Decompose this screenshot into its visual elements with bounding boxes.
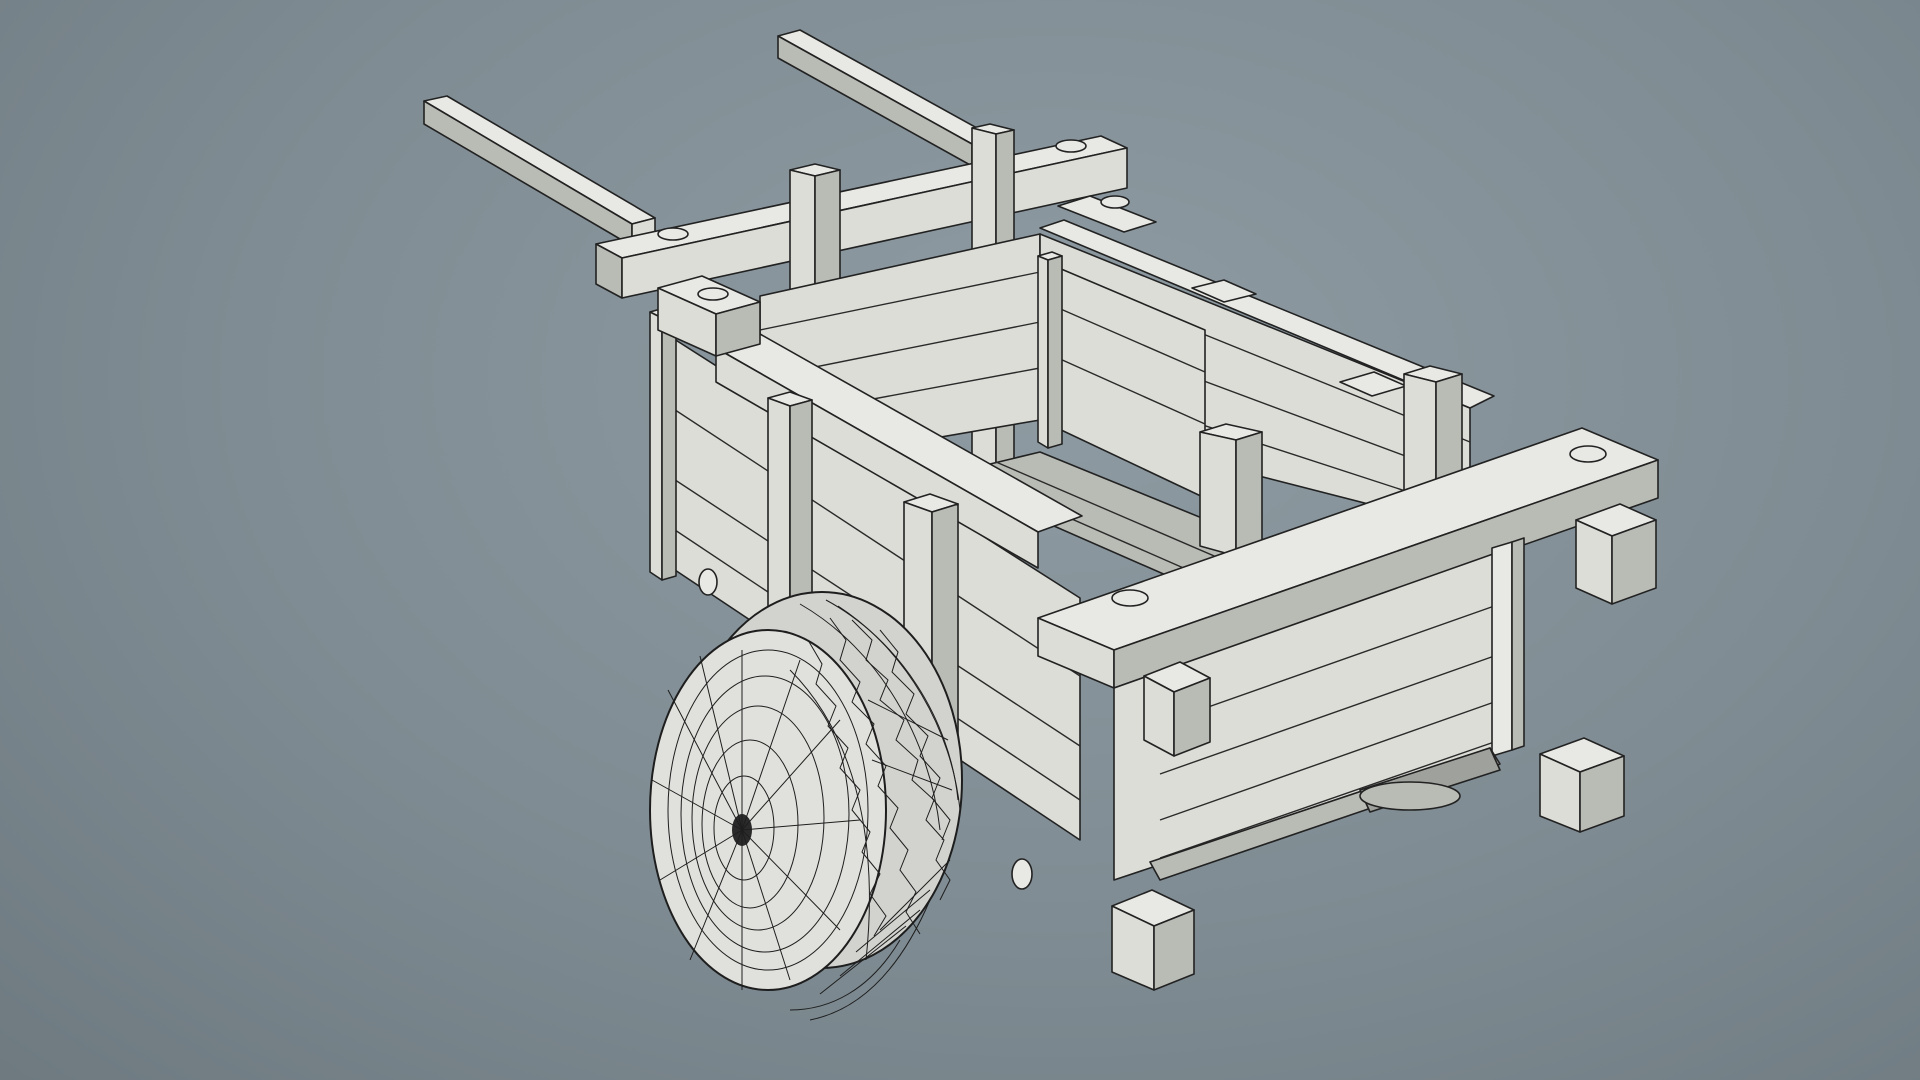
rear-left-block-upper (1143, 661, 1211, 757)
rear-right-block-upper (1575, 503, 1657, 605)
axle-bolt-rear (1011, 858, 1033, 890)
front-wheel (649, 591, 963, 1021)
inner-upright-left (1037, 251, 1063, 449)
3d-viewport[interactable] (0, 0, 1920, 1080)
far-wheel (1359, 781, 1461, 811)
rear-left-block-lower (1111, 889, 1195, 991)
bolt-head (1100, 195, 1130, 209)
left-handle-shaft (423, 95, 656, 247)
left-wall-post-front (649, 307, 677, 581)
cart-model (423, 29, 1659, 1021)
inner-upright-mid (1199, 423, 1263, 557)
rear-right-block-lower (1539, 737, 1625, 833)
axle-bolt-front (698, 568, 718, 596)
right-handle-shaft (777, 29, 996, 167)
